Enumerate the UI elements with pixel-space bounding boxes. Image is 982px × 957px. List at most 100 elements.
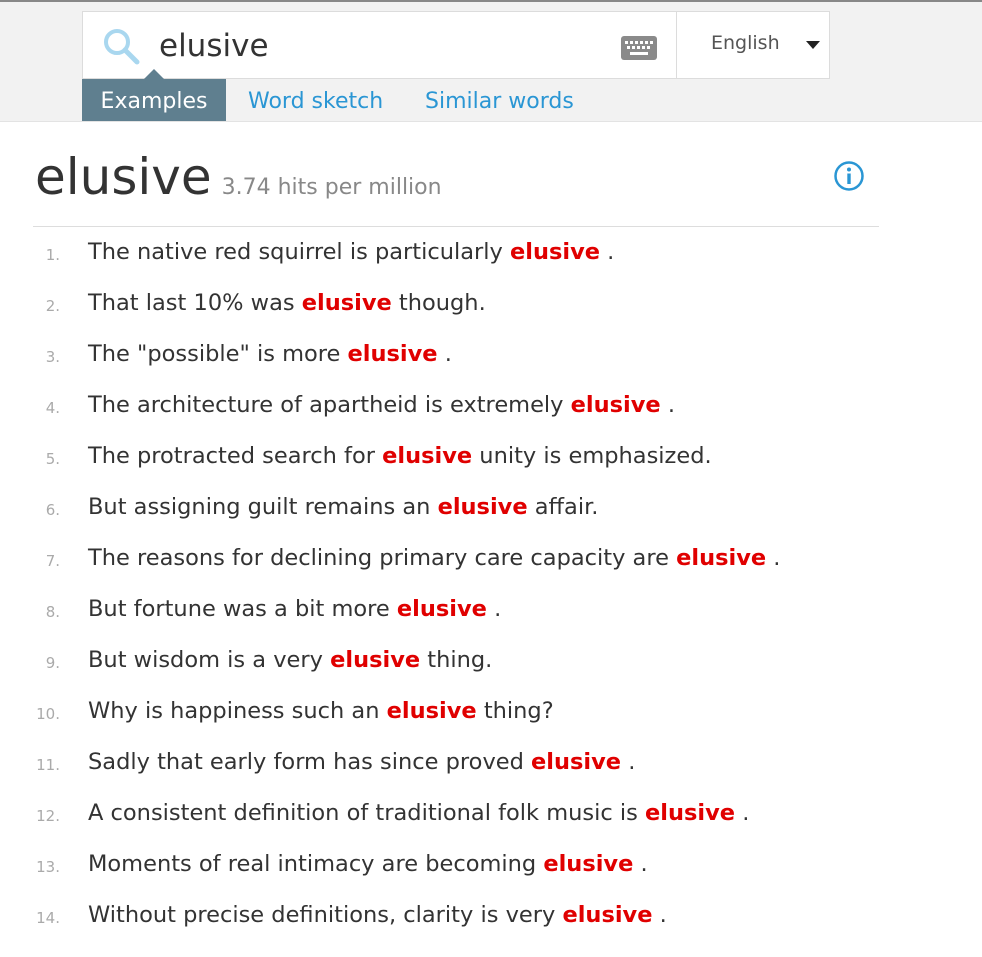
example-number: 11.	[36, 756, 60, 774]
list-item: 14. Without precise definitions, clarity …	[0, 891, 982, 942]
list-item: 1. The native red squirrel is particularl…	[0, 228, 982, 279]
sentence-before: A consistent definition of traditional f…	[88, 800, 646, 826]
info-icon[interactable]	[833, 160, 865, 192]
example-number: 14.	[36, 909, 60, 927]
heading-divider	[33, 226, 879, 227]
sentence-before: But fortune was a bit more	[88, 596, 397, 622]
list-item: 7. The reasons for declining primary care…	[0, 534, 982, 585]
example-number: 6.	[45, 501, 60, 519]
sentence-after: though.	[391, 290, 486, 316]
frequency-label: 3.74 hits per million	[221, 175, 442, 200]
keyword-highlight: elusive	[543, 851, 634, 877]
list-item: 2. That last 10% was elusive though.	[0, 279, 982, 330]
sentence-before: The protracted search for	[88, 443, 383, 469]
list-item: 13. Moments of real intimacy are becoming…	[0, 840, 982, 891]
example-number: 8.	[45, 603, 60, 621]
keyword-highlight: elusive	[531, 749, 622, 775]
keyword-highlight: elusive	[437, 494, 528, 520]
example-number: 12.	[36, 807, 60, 825]
example-sentence: But fortune was a bit more elusive .	[88, 596, 501, 622]
keyword-highlight: elusive	[347, 341, 438, 367]
keyword-highlight: elusive	[510, 239, 601, 265]
keyword-highlight: elusive	[562, 902, 653, 928]
list-item: 12. A consistent definition of traditiona…	[0, 789, 982, 840]
list-item: 11. Sadly that early form has since prove…	[0, 738, 982, 789]
sentence-after: affair.	[527, 494, 599, 520]
example-sentence: But assigning guilt remains an elusive a…	[88, 494, 598, 520]
sentence-before: Sadly that early form has since proved	[88, 749, 532, 775]
tab-word-sketch[interactable]: Word sketch	[248, 79, 383, 121]
sentence-before: That last 10% was	[88, 290, 302, 316]
example-sentence: A consistent definition of traditional f…	[88, 800, 749, 826]
search-header: English Examples Word sketch Similar wor…	[0, 2, 982, 122]
example-sentence: The protracted search for elusive unity …	[88, 443, 712, 469]
list-item: 6. But assigning guilt remains an elusive…	[0, 483, 982, 534]
sentence-before: The reasons for declining primary care c…	[88, 545, 677, 571]
example-sentence: Without precise definitions, clarity is …	[88, 902, 667, 928]
list-item: 4. The architecture of apartheid is extre…	[0, 381, 982, 432]
keyword-highlight: elusive	[301, 290, 392, 316]
tab-similar-words[interactable]: Similar words	[425, 79, 574, 121]
example-sentence: The native red squirrel is particularly …	[88, 239, 614, 265]
keyboard-icon[interactable]	[621, 36, 657, 60]
sentence-before: The architecture of apartheid is extreme…	[88, 392, 571, 418]
example-sentence: The architecture of apartheid is extreme…	[88, 392, 675, 418]
chevron-down-icon	[806, 41, 820, 49]
search-input[interactable]	[159, 24, 599, 68]
example-number: 7.	[45, 552, 60, 570]
example-sentence: But wisdom is a very elusive thing.	[88, 647, 492, 673]
sentence-before: Why is happiness such an	[88, 698, 387, 724]
search-icon[interactable]	[101, 26, 141, 66]
result-heading: elusive 3.74 hits per million	[35, 148, 442, 206]
sentence-before: Moments of real intimacy are becoming	[88, 851, 544, 877]
example-number: 3.	[45, 348, 60, 366]
keyword-highlight: elusive	[386, 698, 477, 724]
sentence-after: .	[633, 851, 648, 877]
example-sentence: The "possible" is more elusive .	[88, 341, 452, 367]
sentence-after: .	[486, 596, 502, 622]
sentence-after: unity is emphasized.	[472, 443, 712, 469]
sentence-before: The "possible" is more	[88, 341, 348, 367]
keyword-highlight: elusive	[330, 647, 421, 673]
sentence-after: thing.	[420, 647, 493, 673]
search-box: English	[82, 11, 830, 79]
sentence-after: .	[437, 341, 452, 367]
example-number: 9.	[45, 654, 60, 672]
sentence-before: Without precise definitions, clarity is …	[88, 902, 563, 928]
list-item: 10. Why is happiness such an elusive thin…	[0, 687, 982, 738]
example-sentence: Moments of real intimacy are becoming el…	[88, 851, 648, 877]
sentence-after: thing?	[476, 698, 554, 724]
example-number: 4.	[45, 399, 60, 417]
keyword-highlight: elusive	[676, 545, 767, 571]
example-number: 5.	[45, 450, 60, 468]
sentence-before: But wisdom is a very	[88, 647, 331, 673]
keyword-highlight: elusive	[396, 596, 487, 622]
example-sentence: The reasons for declining primary care c…	[88, 545, 780, 571]
example-number: 1.	[45, 246, 60, 264]
example-sentence: That last 10% was elusive though.	[88, 290, 486, 316]
sentence-before: The native red squirrel is particularly	[88, 239, 510, 265]
example-number: 10.	[36, 705, 60, 723]
language-select[interactable]: English	[677, 12, 829, 78]
keyword-highlight: elusive	[570, 392, 661, 418]
sentence-after: .	[766, 545, 781, 571]
tab-examples[interactable]: Examples	[82, 69, 226, 121]
list-item: 5. The protracted search for elusive unit…	[0, 432, 982, 483]
example-number: 2.	[45, 297, 60, 315]
example-sentence: Sadly that early form has since proved e…	[88, 749, 635, 775]
keyword-highlight: elusive	[645, 800, 736, 826]
example-number: 13.	[36, 858, 60, 876]
page-title: elusive	[35, 148, 212, 206]
example-sentence: Why is happiness such an elusive thing?	[88, 698, 554, 724]
sentence-after: .	[600, 239, 615, 265]
list-item: 8. But fortune was a bit more elusive .	[0, 585, 982, 636]
sentence-after: .	[652, 902, 667, 928]
list-item: 3. The "possible" is more elusive .	[0, 330, 982, 381]
sentence-before: But assigning guilt remains an	[88, 494, 438, 520]
keyword-highlight: elusive	[382, 443, 473, 469]
language-selected-label: English	[711, 32, 780, 54]
list-item: 9. But wisdom is a very elusive thing.	[0, 636, 982, 687]
sentence-after: .	[621, 749, 636, 775]
sentence-after: .	[660, 392, 675, 418]
sentence-after: .	[735, 800, 750, 826]
